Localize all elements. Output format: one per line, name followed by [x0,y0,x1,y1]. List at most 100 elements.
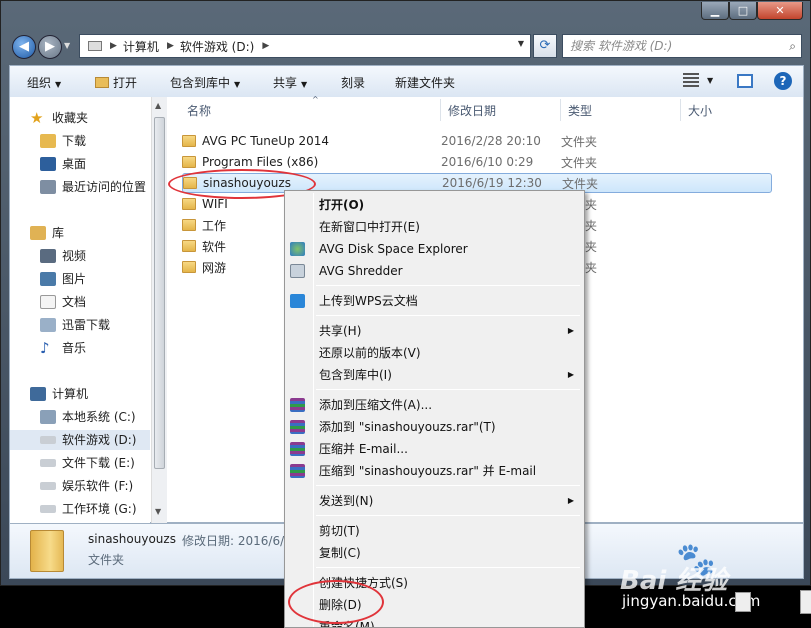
menu-delete[interactable]: 删除(D) [285,594,584,616]
drive-icon [40,482,56,490]
menu-open-new-window[interactable]: 在新窗口中打开(E) [285,216,584,238]
menu-send-to[interactable]: 发送到(N) ▶ [285,490,584,512]
address-dropdown-icon[interactable]: ▼ [518,39,524,48]
computer-drive-icon [88,41,102,51]
minimize-button[interactable]: ▁ [701,2,729,20]
pictures-library-icon [40,272,56,286]
view-options-icon[interactable] [683,73,699,87]
nav-videos[interactable]: 视频 [40,246,86,266]
nav-documents-label: 文档 [62,295,87,309]
column-name[interactable]: 名称 [187,102,211,119]
scroll-down-icon[interactable]: ▼ [155,507,161,516]
nav-recent-label: 最近访问的位置 [62,180,147,194]
menu-add-rar[interactable]: 添加到 "sinashouyouzs.rar"(T) [285,416,584,438]
context-menu: 打开(O) 在新窗口中打开(E) AVG Disk Space Explorer… [284,190,585,628]
menu-share[interactable]: 共享(H) ▶ [285,320,584,342]
breadcrumb-chevron-icon[interactable]: ▶ [110,41,117,51]
menu-compress-rar-email[interactable]: 压缩到 "sinashouyouzs.rar" 并 E-mail [285,460,584,482]
details-name: sinashouyouzs [88,532,176,546]
breadcrumb-drive[interactable]: 软件游戏 (D:) [180,38,254,55]
title-bar: ▁ □ ✕ [1,1,810,29]
share-button[interactable]: 共享 ▼ [273,74,307,91]
file-row[interactable]: AVG PC TuneUp 2014 2016/2/28 20:10 文件夹 [182,131,772,151]
menu-avg-disk-explorer[interactable]: AVG Disk Space Explorer [285,238,584,260]
burn-button[interactable]: 刻录 [341,74,365,91]
nav-computer[interactable]: 计算机 [30,384,88,404]
nav-drive-g[interactable]: 工作环境 (G:) [40,499,137,519]
nav-documents[interactable]: 文档 [40,292,86,312]
file-type: 文件夹 [561,134,598,149]
column-date[interactable]: 修改日期 [448,102,496,119]
menu-include-library[interactable]: 包含到库中(I) ▶ [285,364,584,386]
menu-copy[interactable]: 复制(C) [285,542,584,564]
share-label: 共享 [273,76,298,90]
breadcrumb-computer[interactable]: 计算机 [123,38,159,55]
nav-drive-f[interactable]: 娱乐软件 (F:) [40,476,133,496]
chevron-down-icon: ▼ [234,80,241,89]
forward-button[interactable]: ▶ [38,35,62,59]
include-library-button[interactable]: 包含到库中 ▼ [170,74,240,91]
nav-drive-e[interactable]: 文件下载 (E:) [40,453,135,473]
submenu-arrow-icon: ▶ [567,326,574,335]
nav-downloads[interactable]: 下载 [40,131,86,151]
menu-create-shortcut[interactable]: 创建快捷方式(S) [285,572,584,594]
menu-cut[interactable]: 剪切(T) [285,520,584,542]
menu-open[interactable]: 打开(O) [285,194,584,216]
nav-desktop[interactable]: 桌面 [40,154,86,174]
column-divider[interactable] [680,99,681,121]
maximize-button[interactable]: □ [729,2,757,20]
column-divider[interactable] [560,99,561,121]
nav-thunder[interactable]: 迅雷下载 [40,315,110,335]
refresh-button[interactable]: ⟳ [533,34,557,58]
help-icon[interactable]: ? [774,72,792,90]
menu-add-archive[interactable]: 添加到压缩文件(A)... [285,394,584,416]
search-icon[interactable]: ⌕ [789,35,796,57]
scroll-up-icon[interactable]: ▲ [155,101,161,110]
include-label: 包含到库中 [170,76,231,90]
search-input[interactable]: 搜索 软件游戏 (D:) ⌕ [562,34,802,58]
column-size[interactable]: 大小 [688,102,712,119]
nav-music[interactable]: ♪ 音乐 [40,338,86,358]
breadcrumb-chevron-icon[interactable]: ▶ [262,41,269,51]
nav-drive-d[interactable]: 软件游戏 (D:) [10,430,150,450]
drive-icon [40,436,56,444]
history-dropdown-icon[interactable]: ▼ [64,41,70,50]
open-button[interactable]: 打开 [95,74,137,91]
menu-add-archive-label: 添加到压缩文件(A)... [319,398,433,412]
nav-scrollbar[interactable]: ▲ ▼ [151,97,167,523]
file-type: 文件夹 [562,176,599,191]
folder-open-icon [95,77,109,88]
scrollbar-thumb[interactable] [154,117,165,469]
details-modified: 修改日期: 2016/6/1 [182,534,292,548]
folder-icon [182,135,196,147]
menu-avg-shred-label: AVG Shredder [319,264,403,278]
new-folder-button[interactable]: 新建文件夹 [395,74,455,91]
close-button[interactable]: ✕ [757,2,803,20]
folder-icon [182,198,196,210]
nav-favorites[interactable]: ★ 收藏夹 [30,108,88,128]
menu-send-to-label: 发送到(N) [319,494,374,508]
submenu-arrow-icon: ▶ [567,370,574,379]
organize-button[interactable]: 组织 ▼ [27,74,61,91]
menu-restore-versions[interactable]: 还原以前的版本(V) [285,342,584,364]
menu-compress-email[interactable]: 压缩并 E-mail... [285,438,584,460]
menu-rename[interactable]: 重命名(M) [285,616,584,627]
column-divider[interactable] [440,99,441,121]
nav-libraries[interactable]: 库 [30,223,64,243]
nav-drive-c[interactable]: 本地系统 (C:) [40,407,136,427]
avg-disk-icon [290,242,305,256]
chevron-down-icon[interactable]: ▼ [707,76,713,85]
menu-wps-upload[interactable]: 上传到WPS云文档 [285,290,584,312]
column-type[interactable]: 类型 [568,102,592,119]
menu-avg-shredder[interactable]: AVG Shredder [285,260,584,282]
file-row[interactable]: Program Files (x86) 2016/6/10 0:29 文件夹 [182,152,772,172]
back-button[interactable]: ◀ [12,35,36,59]
nav-recent[interactable]: 最近访问的位置 [40,177,146,197]
folder-icon [182,156,196,168]
preview-pane-icon[interactable] [737,74,753,88]
menu-separator [316,315,580,316]
document-icon [800,590,811,614]
address-bar[interactable]: ▶ 计算机 ▶ 软件游戏 (D:) ▶ ▼ [79,34,531,58]
breadcrumb-chevron-icon[interactable]: ▶ [167,41,174,51]
nav-pictures[interactable]: 图片 [40,269,86,289]
